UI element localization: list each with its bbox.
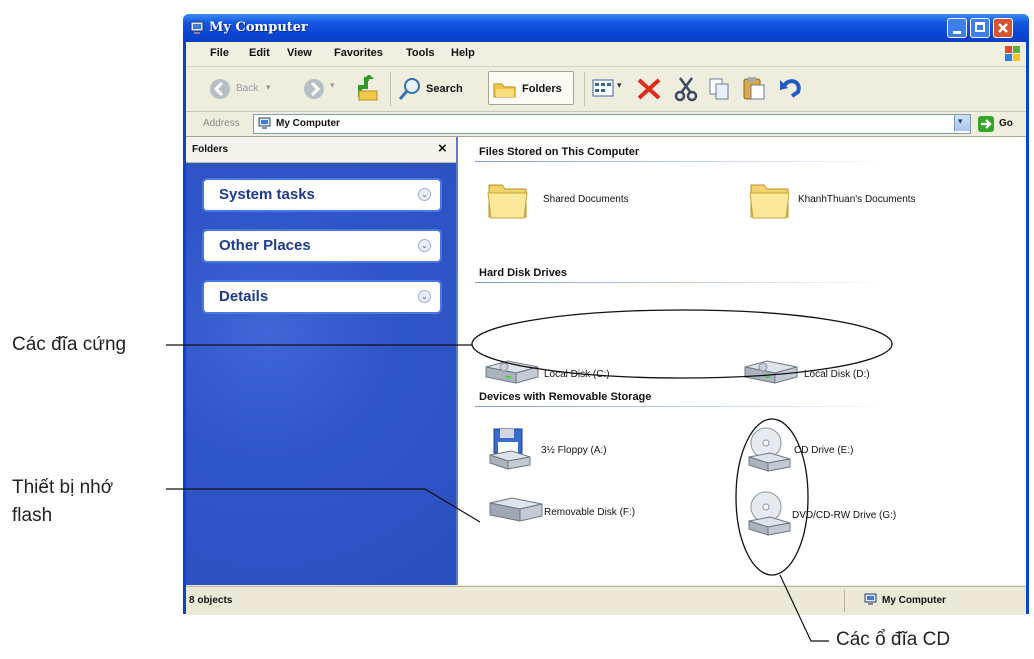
flash-annotation-line1: Thiết bị nhớ	[12, 477, 114, 498]
cd-drives-highlight-ellipse	[735, 418, 809, 576]
cd-leader-line	[779, 574, 829, 642]
cd-drives-annotation: Các ổ đĩa CD	[836, 629, 951, 650]
hard-disks-annotation: Các đĩa cứng	[12, 334, 127, 355]
hard-disks-highlight-ellipse	[471, 309, 893, 379]
annotation-overlay	[166, 309, 893, 642]
flash-leader-line	[166, 488, 481, 523]
flash-annotation-line2: flash	[12, 505, 53, 526]
